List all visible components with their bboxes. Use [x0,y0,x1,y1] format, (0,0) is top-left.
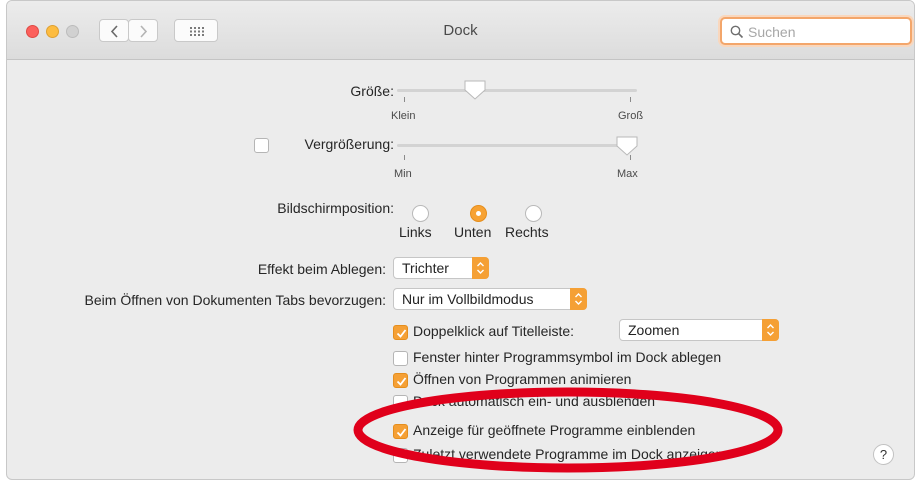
search-input[interactable] [746,22,900,42]
tabs-pref-label: Beim Öffnen von Dokumenten Tabs bevorzug… [84,292,386,308]
minimize-effect-label: Effekt beim Ablegen: [257,261,386,277]
size-slider-track[interactable] [397,89,637,92]
minimize-into-icon-label: Fenster hinter Programmsymbol im Dock ab… [413,349,722,365]
popup-arrows-icon [472,257,489,279]
tabs-pref-value: Nur im Vollbildmodus [402,291,534,307]
autohide-dock-label: Dock automatisch ein- und ausblenden [413,393,656,409]
magnification-checkbox[interactable] [254,138,269,153]
position-label: Bildschirmposition: [277,200,394,216]
recent-apps-label: Zuletzt verwendete Programme im Dock anz… [413,446,724,462]
radio-bottom[interactable] [470,205,487,222]
dock-settings-pane: Größe: Klein Groß Vergrößerung: Min Max … [7,60,914,479]
size-slider-thumb[interactable] [463,79,487,101]
search-icon [730,25,744,39]
size-tick-max [630,97,631,102]
size-label: Größe: [350,83,394,99]
double-click-checkbox[interactable] [393,325,408,340]
double-click-label: Doppelklick auf Titelleiste: [413,323,575,339]
checkmark-icon [396,377,407,386]
show-indicators-checkbox[interactable] [393,424,408,439]
show-indicators-label: Anzeige für geöffnete Programme einblend… [413,422,696,438]
magnification-tick-max [630,155,631,160]
recent-apps-checkbox[interactable] [393,448,408,463]
animate-opening-label: Öffnen von Programmen animieren [413,371,632,387]
checkmark-icon [396,428,407,437]
popup-arrows-icon [570,288,587,310]
double-click-value: Zoomen [628,322,680,338]
minimize-effect-value: Trichter [402,260,449,276]
size-min-label: Klein [391,110,416,122]
magnification-slider-track[interactable] [397,144,637,147]
autohide-dock-checkbox[interactable] [393,395,408,410]
help-button[interactable]: ? [873,444,894,465]
preferences-window: Dock Größe: Klein Groß Vergrößerung: Min… [6,0,915,480]
magnification-min-label: Min [394,168,412,180]
radio-bottom-label: Unten [454,224,492,240]
magnification-slider-thumb[interactable] [615,135,639,157]
magnification-max-label: Max [617,168,638,180]
magnification-tick-min [404,155,405,160]
radio-left-label: Links [399,224,432,240]
title-bar: Dock [7,1,914,60]
tabs-pref-popup[interactable]: Nur im Vollbildmodus [393,288,587,310]
size-tick-min [404,97,405,102]
size-max-label: Groß [618,110,644,122]
double-click-popup[interactable]: Zoomen [619,319,779,341]
search-field[interactable] [720,17,912,45]
magnification-label: Vergrößerung: [304,136,395,152]
radio-right[interactable] [525,205,542,222]
minimize-effect-popup[interactable]: Trichter [393,257,489,279]
radio-right-label: Rechts [505,224,549,240]
minimize-into-icon-checkbox[interactable] [393,351,408,366]
popup-arrows-icon [762,319,779,341]
radio-left[interactable] [412,205,429,222]
checkmark-icon [396,329,407,338]
animate-opening-checkbox[interactable] [393,373,408,388]
